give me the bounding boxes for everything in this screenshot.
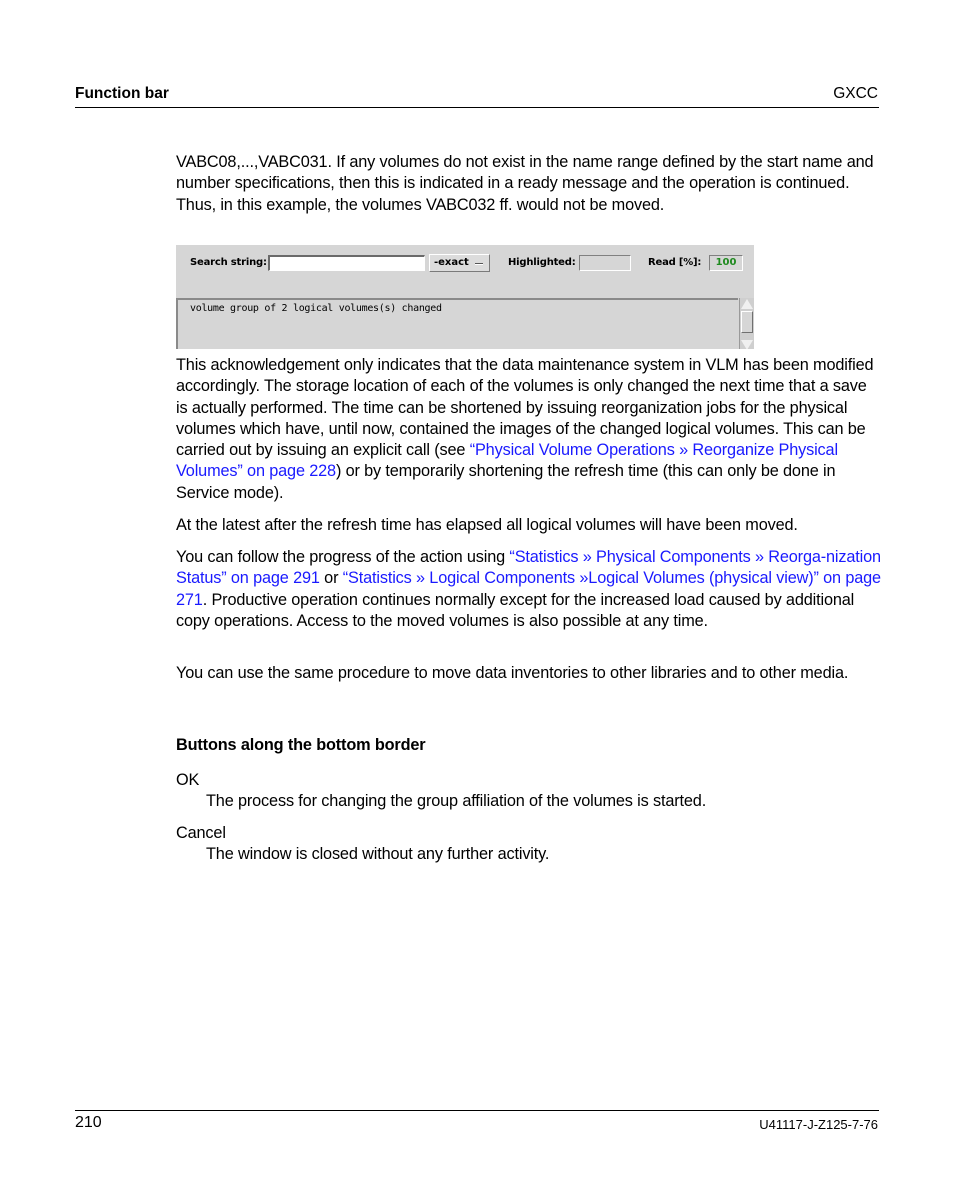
- exact-option-label: -exact: [434, 257, 469, 268]
- option-menu-indicator-icon: [475, 263, 483, 265]
- progress-paragraph: You can follow the progress of the actio…: [176, 547, 882, 632]
- search-input[interactable]: [268, 255, 425, 271]
- highlighted-field: [579, 255, 631, 271]
- button-term-ok: OK: [176, 771, 200, 789]
- message-scrollbar[interactable]: [739, 298, 754, 349]
- scroll-thumb[interactable]: [741, 311, 753, 333]
- progress-or: or: [319, 569, 343, 588]
- running-header-section: Function bar: [75, 85, 169, 102]
- header-rule: [75, 107, 879, 108]
- message-area: volume group of 2 logical volumes(s) cha…: [176, 298, 738, 349]
- buttons-section-heading: Buttons along the bottom border: [176, 736, 426, 754]
- progress-text-1: You can follow the progress of the actio…: [176, 548, 510, 566]
- button-term-cancel: Cancel: [176, 824, 226, 842]
- highlighted-label: Highlighted:: [508, 257, 576, 268]
- scroll-up-arrow-icon[interactable]: [741, 299, 753, 309]
- same-procedure-text: You can use the same procedure to move d…: [176, 664, 849, 682]
- same-procedure-paragraph: You can use the same procedure to move d…: [176, 663, 882, 684]
- embedded-screenshot: Search string: -exact Highlighted: Read …: [176, 245, 754, 349]
- page-number: 210: [75, 1114, 102, 1131]
- exact-option-button[interactable]: -exact: [429, 254, 490, 272]
- read-percent-label: Read [%]:: [648, 257, 702, 268]
- intro-text: VABC08,...,VABC031. If any volumes do no…: [176, 153, 874, 214]
- document-id: U41117-J-Z125-7-76: [759, 1117, 878, 1132]
- button-description-cancel: The window is closed without any further…: [206, 845, 550, 863]
- scroll-down-arrow-icon[interactable]: [741, 340, 753, 349]
- footer-rule: [75, 1110, 879, 1111]
- running-header-product: GXCC: [833, 85, 878, 102]
- read-percent-value: 100: [709, 255, 743, 271]
- intro-paragraph: VABC08,...,VABC031. If any volumes do no…: [176, 152, 882, 216]
- acknowledgement-paragraph: This acknowledgement only indicates that…: [176, 355, 882, 504]
- latest-paragraph: At the latest after the refresh time has…: [176, 515, 882, 536]
- latest-text: At the latest after the refresh time has…: [176, 516, 798, 534]
- progress-text-2: . Productive operation continues normall…: [176, 590, 855, 630]
- search-label: Search string:: [190, 257, 267, 268]
- message-text: volume group of 2 logical volumes(s) cha…: [190, 303, 442, 314]
- button-description-ok: The process for changing the group affil…: [206, 792, 707, 810]
